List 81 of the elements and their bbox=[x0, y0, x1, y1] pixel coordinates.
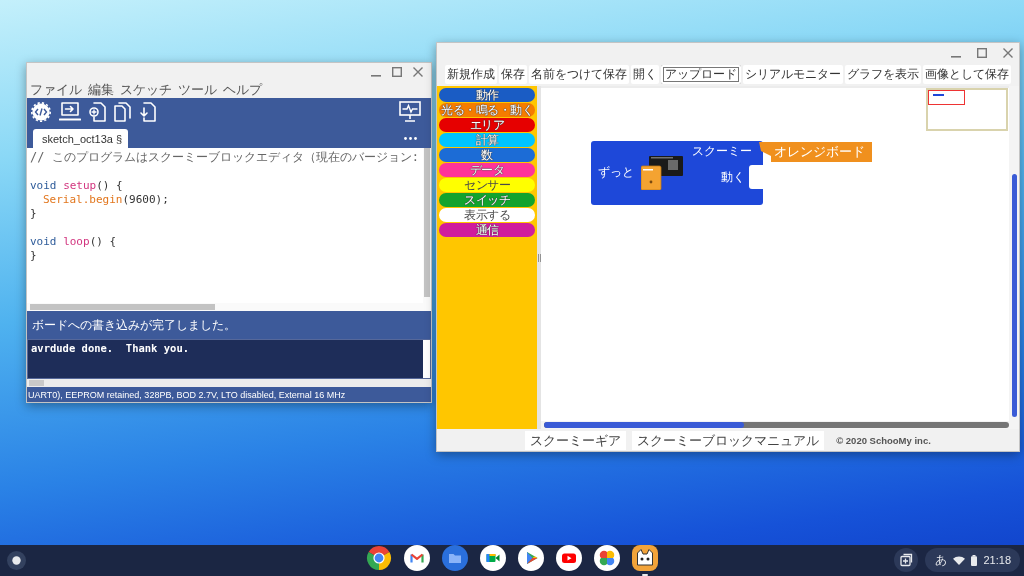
console-line: avrdude done. Thank you. bbox=[31, 342, 190, 354]
scrollbar-track[interactable] bbox=[27, 379, 431, 387]
video-play-icon[interactable] bbox=[556, 545, 582, 571]
ime-indicator[interactable]: あ bbox=[935, 551, 948, 569]
code-line: // このプログラムはスクーミーブロックエディタ（現在のバージョン: bbox=[30, 150, 419, 165]
block-marker bbox=[933, 94, 944, 96]
category-button[interactable]: センサー bbox=[439, 178, 535, 192]
serial-monitor-icon[interactable] bbox=[399, 101, 421, 122]
save-icon[interactable] bbox=[139, 101, 156, 122]
minimap[interactable] bbox=[926, 88, 1008, 131]
block-label: ずっと bbox=[598, 165, 634, 179]
wifi-icon bbox=[953, 555, 966, 565]
code-editor[interactable]: // このプログラムはスクーミーブロックエディタ（現在のバージョン: void setup() { Serial.begin(9600); } void loop() { } bbox=[27, 148, 431, 311]
scrollbar-thumb[interactable] bbox=[1012, 174, 1017, 417]
laptop-arrow-icon[interactable] bbox=[59, 102, 81, 121]
toolbar-button[interactable]: 開く bbox=[631, 65, 659, 84]
close-icon[interactable] bbox=[1003, 48, 1013, 58]
pinwheel-icon[interactable] bbox=[594, 545, 620, 571]
menu-item[interactable]: スケッチ bbox=[120, 81, 172, 98]
minimize-icon[interactable] bbox=[371, 74, 381, 77]
tricolor-ring-icon[interactable] bbox=[366, 545, 392, 571]
envelope-icon[interactable] bbox=[404, 545, 430, 571]
toolbar-button[interactable]: 新規作成 bbox=[445, 65, 497, 84]
code-icon[interactable] bbox=[31, 101, 51, 122]
footer-button[interactable]: スクーミーギア bbox=[525, 430, 627, 450]
circuit-board-icon bbox=[641, 156, 683, 190]
folder-icon[interactable] bbox=[442, 545, 468, 571]
minimize-icon[interactable] bbox=[951, 55, 961, 58]
toolbar-button[interactable]: アップロード bbox=[661, 65, 741, 84]
category-button[interactable]: 動作 bbox=[439, 88, 535, 102]
video-camera-icon[interactable] bbox=[480, 545, 506, 571]
copyright-text: © 2020 SchooMy inc. bbox=[836, 434, 931, 446]
maximize-icon[interactable] bbox=[392, 67, 402, 77]
toolbar-button[interactable]: シリアルモニター bbox=[743, 65, 843, 84]
code-line: Serial.begin(9600); bbox=[42, 193, 169, 207]
new-file-icon[interactable] bbox=[89, 101, 106, 122]
launcher-icon[interactable] bbox=[7, 551, 26, 570]
block-canvas[interactable]: ずっと スクーミー 動く オレンジボード bbox=[541, 86, 1009, 421]
category-button[interactable]: 数 bbox=[439, 148, 535, 162]
status-tray[interactable]: あ 21:18 bbox=[925, 548, 1020, 572]
footer-button[interactable]: スクーミーブロックマニュアル bbox=[632, 430, 825, 450]
scrollbar-track[interactable] bbox=[541, 421, 1019, 429]
scrollbar-thumb[interactable] bbox=[30, 304, 215, 310]
code-line: void loop() { bbox=[30, 235, 117, 249]
clock-time: 21:18 bbox=[983, 554, 1011, 566]
category-button[interactable]: エリア bbox=[439, 118, 535, 132]
maximize-icon[interactable] bbox=[977, 48, 987, 58]
action-label: 動く bbox=[721, 170, 745, 184]
grip-icon[interactable] bbox=[537, 253, 541, 262]
more-icon[interactable] bbox=[404, 137, 417, 140]
code-line: } bbox=[30, 207, 37, 221]
category-button[interactable]: 表示する bbox=[439, 208, 535, 222]
scrollbar-thumb[interactable] bbox=[424, 148, 430, 297]
scrollbar-thumb[interactable] bbox=[544, 422, 744, 428]
block-socket bbox=[749, 165, 763, 189]
close-icon[interactable] bbox=[413, 67, 423, 77]
battery-icon bbox=[971, 554, 978, 566]
menu-item[interactable]: 編集 bbox=[88, 81, 114, 98]
board-info: UART0), EEPROM retained, 328PB, BOD 2.7V, LTO disabled, External 16 MHz bbox=[28, 389, 346, 400]
menu-item[interactable]: ツール bbox=[178, 81, 217, 98]
documents-icon[interactable] bbox=[114, 101, 131, 122]
menu-item[interactable]: ファイル bbox=[30, 81, 82, 98]
code-line: void setup() { bbox=[30, 179, 123, 193]
cat-face-icon[interactable] bbox=[632, 545, 658, 571]
toolbar-button[interactable]: 画像として保存 bbox=[923, 65, 1011, 84]
add-window-icon[interactable] bbox=[894, 548, 919, 572]
toolbar-button[interactable]: 保存 bbox=[499, 65, 527, 84]
scrollbar-track[interactable] bbox=[423, 340, 430, 378]
taskbar-app[interactable] bbox=[632, 545, 658, 576]
device-label: スクーミー bbox=[692, 144, 752, 158]
forever-block[interactable]: ずっと スクーミー 動く bbox=[591, 141, 763, 205]
scrollbar-thumb[interactable] bbox=[29, 380, 44, 386]
category-button[interactable]: 通信 bbox=[439, 223, 535, 237]
toolbar-button[interactable]: グラフを表示 bbox=[845, 65, 921, 84]
toolbar-button[interactable]: 名前をつけて保存 bbox=[529, 65, 629, 84]
status-message: ボードへの書き込みが完了しました。 bbox=[32, 316, 236, 334]
menu-item[interactable]: ヘルプ bbox=[223, 81, 262, 98]
scrollbar-track[interactable] bbox=[423, 148, 431, 311]
file-tab[interactable]: sketch_oct13a § bbox=[33, 129, 129, 148]
code-line: } bbox=[30, 249, 37, 263]
scrollbar-track[interactable] bbox=[27, 303, 423, 311]
